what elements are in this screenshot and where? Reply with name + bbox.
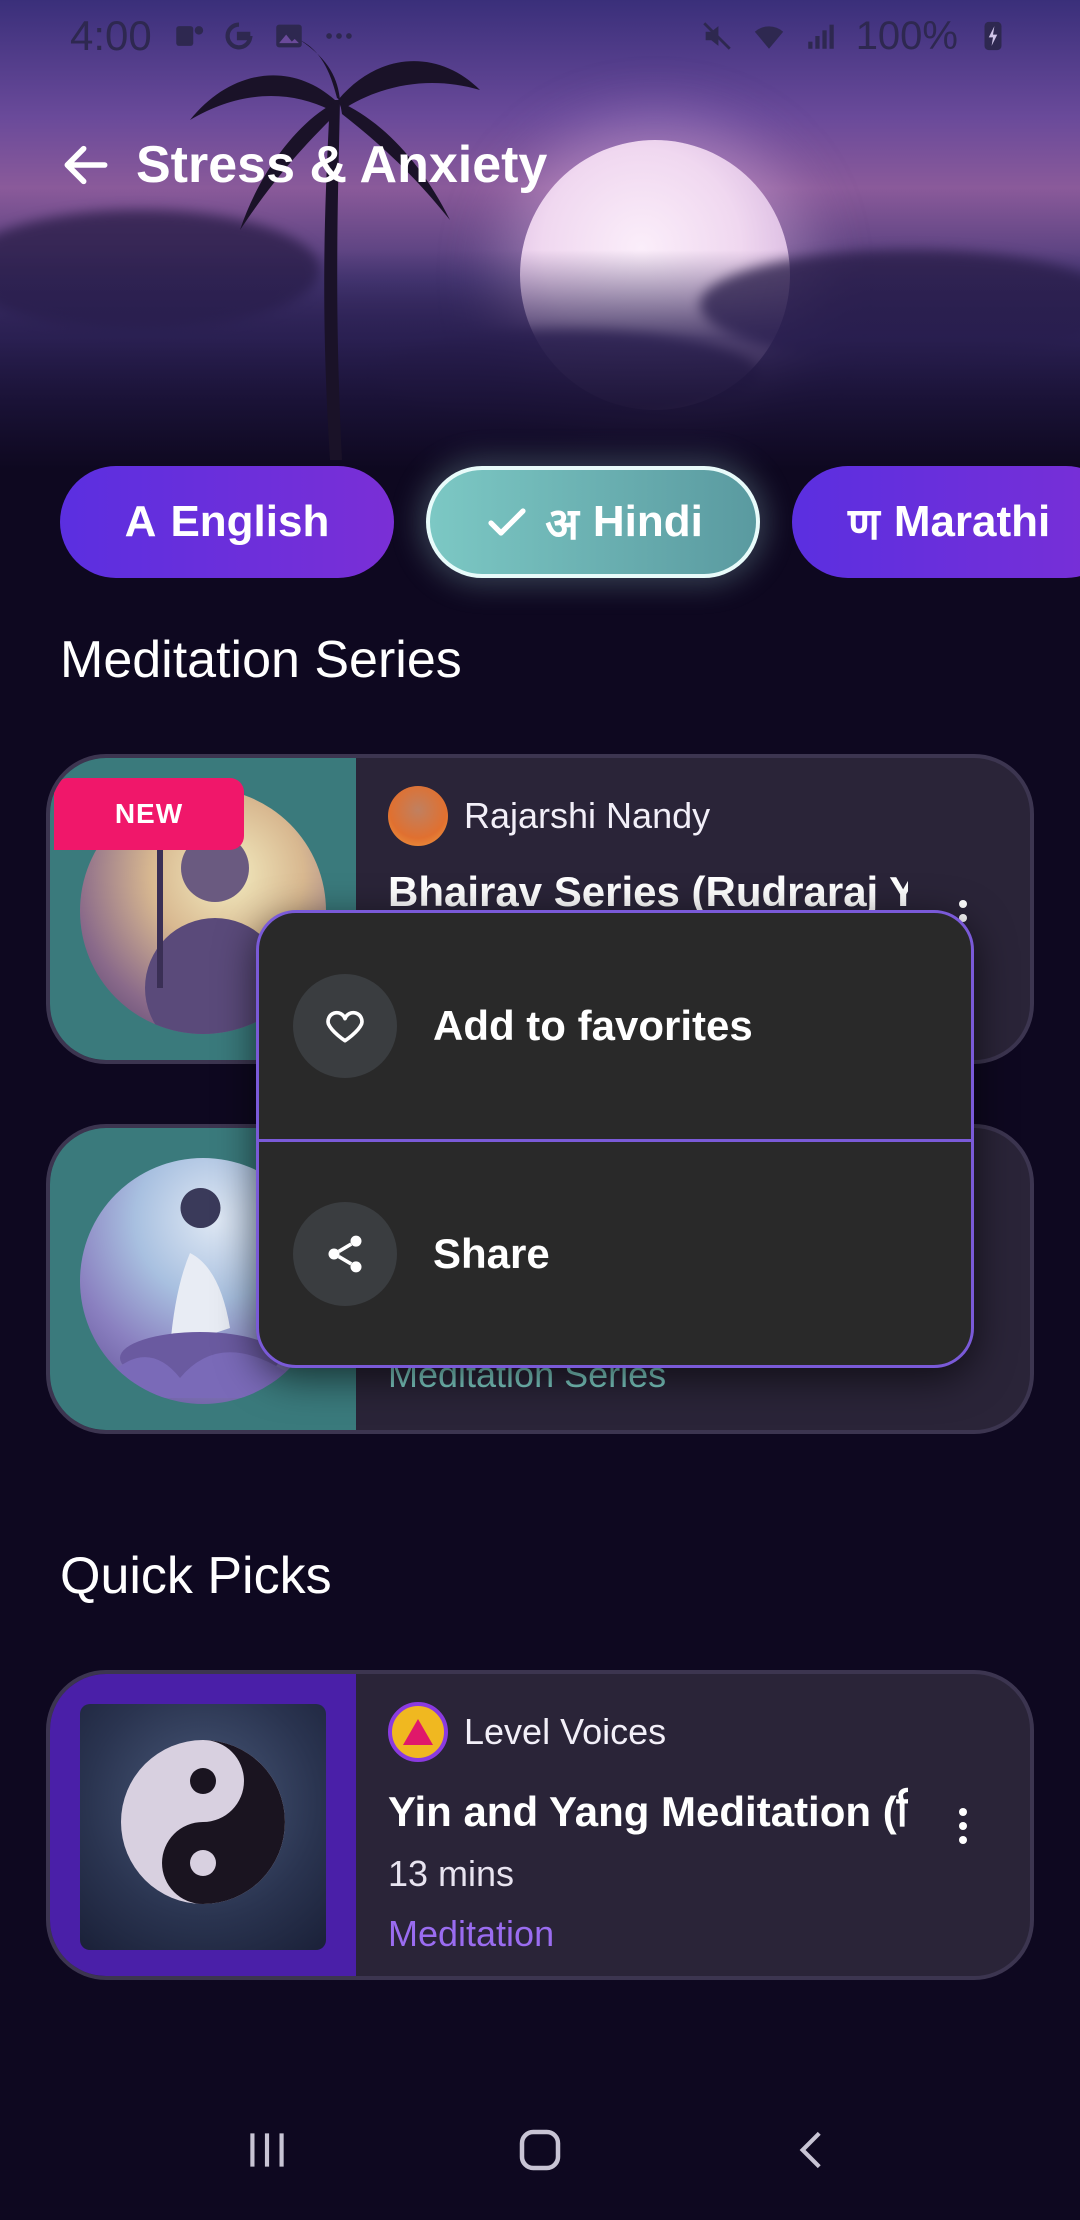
battery-level: 100% <box>855 13 958 58</box>
yin-yang-icon <box>121 1740 285 1904</box>
kebab-dot <box>959 1822 967 1830</box>
menu-item-add-to-favorites[interactable]: Add to favorites <box>259 913 971 1139</box>
english-glyph: A <box>124 497 157 546</box>
back-nav-button[interactable] <box>768 2105 858 2195</box>
recent-apps-icon <box>249 2133 284 2167</box>
language-chip-english[interactable]: A English <box>60 466 394 578</box>
share-icon-container <box>293 1201 397 1306</box>
section-title-quick-picks: Quick Picks <box>60 1547 332 1605</box>
status-bar: 4:00 100% <box>0 0 1080 72</box>
google-icon <box>225 22 253 50</box>
language-label: Hindi <box>592 497 703 546</box>
status-time: 4:00 <box>70 12 152 59</box>
section-title-series: Meditation Series <box>60 631 462 689</box>
yin-yang-artwork <box>80 1704 326 1950</box>
menu-item-label: Add to favorites <box>433 1002 753 1049</box>
avatar <box>388 786 448 846</box>
language-label: Marathi <box>893 497 1051 546</box>
marathi-glyph: ण <box>848 500 880 549</box>
home-button[interactable] <box>495 2105 585 2195</box>
author-row: Rajarshi Nandy <box>388 784 990 848</box>
new-badge: NEW <box>54 778 244 850</box>
card-thumbnail <box>50 1674 356 1976</box>
chevron-left-icon <box>799 2131 822 2169</box>
battery-charging-icon <box>984 21 1002 51</box>
signal-icon <box>807 24 834 49</box>
teams-icon <box>176 26 203 46</box>
card-duration: 13 mins <box>388 1853 515 1894</box>
more-options-button[interactable] <box>948 1796 978 1856</box>
kebab-dot <box>959 1836 967 1844</box>
title-bar: Stress & Anxiety <box>56 130 547 200</box>
arrow-left-icon <box>64 145 108 185</box>
wifi-icon <box>754 26 783 49</box>
author-row: Level Voices <box>388 1700 990 1764</box>
page-title: Stress & Anxiety <box>136 136 548 194</box>
card-category-tag: Meditation <box>388 1913 555 1954</box>
system-navigation-bar <box>0 2080 1080 2220</box>
palm-tree-silhouette <box>190 40 480 460</box>
heart-icon-container <box>293 974 397 1078</box>
language-label: English <box>170 497 330 546</box>
quick-pick-card[interactable]: Level Voices Yin and Yang Meditation (हि… <box>46 1670 1034 1980</box>
hindi-glyph: अ <box>545 500 579 549</box>
home-icon <box>519 2129 561 2171</box>
triangle-logo-icon <box>403 1719 433 1745</box>
avatar <box>388 1702 448 1762</box>
mute-icon <box>702 22 731 50</box>
language-chip-hindi[interactable]: अ Hindi <box>426 466 760 578</box>
mountain-silhouette <box>0 250 1080 470</box>
share-icon <box>328 1235 362 1272</box>
recent-apps-button[interactable] <box>222 2105 312 2195</box>
language-chip-marathi[interactable]: ण Marathi <box>792 466 1080 578</box>
author-name: Level Voices <box>464 1711 667 1752</box>
more-dots-icon <box>326 33 352 39</box>
language-filter: A English अ Hindi ण Marathi <box>60 466 1080 578</box>
menu-item-share[interactable]: Share <box>259 1139 971 1365</box>
kebab-dot <box>959 900 967 908</box>
gallery-icon <box>276 24 302 48</box>
heart-icon <box>326 1010 364 1043</box>
card-title: Yin and Yang Meditation (हि <box>388 1788 908 1835</box>
kebab-dot <box>959 1808 967 1816</box>
author-name: Rajarshi Nandy <box>464 795 711 836</box>
back-button[interactable] <box>56 135 116 195</box>
checkmark-icon <box>488 508 526 536</box>
card-title: Bhairav Series (Rudraraj Yog <box>388 868 908 915</box>
menu-item-label: Share <box>433 1229 550 1277</box>
options-popup-menu: Add to favorites Share <box>256 910 974 1368</box>
